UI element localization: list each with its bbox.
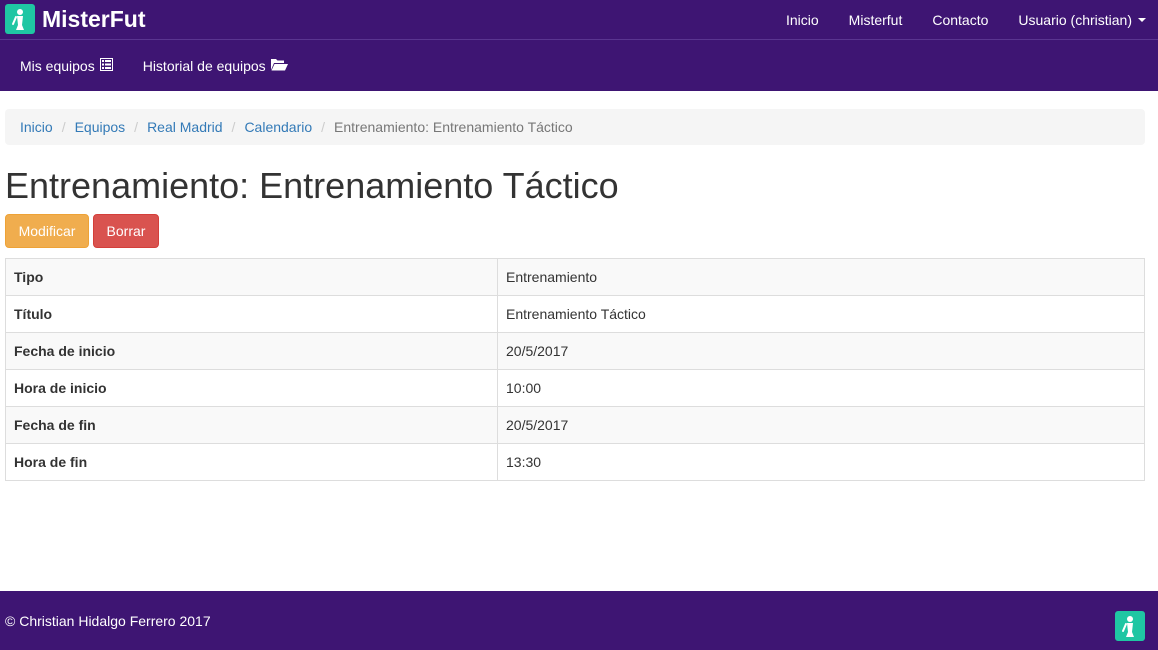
brand-name: MisterFut	[42, 5, 146, 32]
row-value: Entrenamiento	[497, 258, 1145, 296]
table-row: Título Entrenamiento Táctico	[5, 295, 1145, 333]
table-row: Fecha de inicio 20/5/2017	[5, 332, 1145, 370]
breadcrumb-separator: /	[321, 119, 326, 135]
page-title: Entrenamiento: Entrenamiento Táctico	[5, 165, 619, 206]
subnav-item-label: Mis equipos	[20, 57, 95, 74]
user-dropdown-label: Usuario (christian)	[1018, 12, 1132, 28]
folder-open-icon	[270, 58, 288, 74]
table-row: Tipo Entrenamiento	[5, 258, 1145, 296]
list-icon	[99, 57, 113, 74]
breadcrumb-link-inicio[interactable]: Inicio	[20, 119, 53, 135]
table-row: Hora de inicio 10:00	[5, 369, 1145, 407]
breadcrumb-separator: /	[231, 119, 236, 135]
row-value: Entrenamiento Táctico	[497, 295, 1145, 333]
row-key: Título	[5, 295, 498, 333]
breadcrumb: Inicio / Equipos / Real Madrid / Calenda…	[5, 109, 1145, 145]
brand-link[interactable]: MisterFut	[5, 3, 146, 35]
details-table: Tipo Entrenamiento Título Entrenamiento …	[5, 258, 1145, 481]
subnav-item-label: Historial de equipos	[142, 57, 266, 74]
row-value: 13:30	[497, 443, 1145, 481]
subnav-item-historial[interactable]: Historial de equipos	[143, 58, 288, 74]
user-dropdown[interactable]: Usuario (christian)	[1018, 12, 1146, 28]
modify-button[interactable]: Modificar	[5, 214, 89, 248]
footer-logo-icon	[1115, 611, 1145, 641]
footer-copyright: © Christian Hidalgo Ferrero 2017	[5, 613, 211, 629]
breadcrumb-link-real-madrid[interactable]: Real Madrid	[147, 119, 222, 135]
nav-link-inicio[interactable]: Inicio	[786, 12, 819, 28]
nav-link-contacto[interactable]: Contacto	[932, 12, 988, 28]
top-nav-menu: Inicio Misterfut Contacto Usuario (chris…	[756, 0, 1146, 40]
delete-button[interactable]: Borrar	[93, 214, 159, 248]
table-row: Fecha de fin 20/5/2017	[5, 406, 1145, 444]
caret-down-icon	[1138, 18, 1146, 22]
footer: © Christian Hidalgo Ferrero 2017	[0, 591, 1158, 650]
breadcrumb-link-equipos[interactable]: Equipos	[75, 119, 126, 135]
row-value: 20/5/2017	[497, 332, 1145, 370]
table-row: Hora de fin 13:30	[5, 443, 1145, 481]
row-key: Fecha de fin	[5, 406, 498, 444]
row-key: Hora de fin	[5, 443, 498, 481]
row-value: 20/5/2017	[497, 406, 1145, 444]
brand-logo-icon	[5, 4, 35, 34]
subnav-item-mis-equipos[interactable]: Mis equipos	[20, 57, 113, 74]
breadcrumb-active: Entrenamiento: Entrenamiento Táctico	[334, 119, 573, 135]
row-key: Fecha de inicio	[5, 332, 498, 370]
row-value: 10:00	[497, 369, 1145, 407]
breadcrumb-link-calendario[interactable]: Calendario	[244, 119, 312, 135]
top-navbar: MisterFut Inicio Misterfut Contacto Usua…	[0, 0, 1158, 40]
secondary-navbar: Mis equipos Historial de equipos	[0, 40, 1158, 91]
nav-link-misterfut[interactable]: Misterfut	[849, 12, 903, 28]
breadcrumb-separator: /	[61, 119, 66, 135]
row-key: Hora de inicio	[5, 369, 498, 407]
row-key: Tipo	[5, 258, 498, 296]
breadcrumb-separator: /	[134, 119, 139, 135]
